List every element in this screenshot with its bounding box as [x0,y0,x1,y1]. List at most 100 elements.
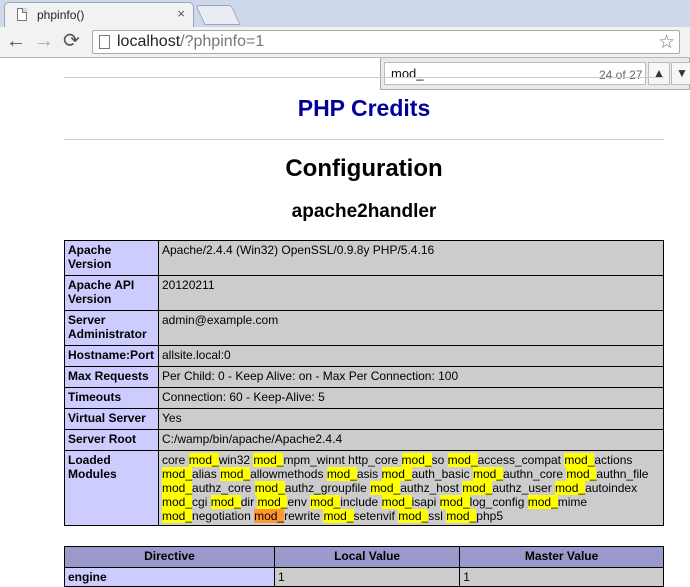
address-bar[interactable]: localhost/?phpinfo=1 ☆ [92,30,680,54]
row-key: Server Administrator [64,310,159,346]
row-key: Server Root [64,429,159,451]
header-directive: Directive [64,546,275,568]
star-icon[interactable]: ☆ [658,31,675,54]
module-name: isapi [411,495,437,509]
module-name: dir [240,495,255,509]
find-highlight: mod_ [381,467,412,481]
tab-strip: phpinfo() × [0,0,690,27]
module-name: negotiation [192,509,251,523]
tab-phpinfo[interactable]: phpinfo() × [4,2,194,27]
module-name: mime [557,495,588,509]
module-name: access_compat [477,453,561,467]
module-name: actions [594,453,633,467]
module-name: env [287,495,307,509]
find-highlight: mod_ [254,481,285,495]
url-path: /?phpinfo=1 [180,33,265,50]
find-highlight: mod_ [210,495,241,509]
table-row: Server Root C:/wamp/bin/apache/Apache2.4.… [64,429,664,451]
header-master-value: Master Value [459,546,664,568]
browser-toolbar: ← → ⟳ localhost/?phpinfo=1 ☆ [0,27,690,58]
module-heading: apache2handler [291,201,437,222]
find-highlight: mod_ [401,453,432,467]
row-value: Per Child: 0 - Keep Alive: on - Max Per … [158,366,664,388]
row-value: Yes [158,408,664,430]
find-next-button[interactable]: ▼ [671,62,690,85]
module-name: cgi [192,495,208,509]
find-match-count: 24 of 27 [599,68,643,82]
module-name: auth_basic [411,467,470,481]
table-row: Hostname:Port allsite.local:0 [64,345,664,367]
find-highlight: mod_ [555,481,586,495]
find-highlight: mod_ [253,453,284,467]
loaded-modules-list: core mod_win32 mod_mpm_winnt http_core m… [158,450,664,526]
find-highlight: mod_ [447,453,478,467]
find-highlight: mod_ [439,495,470,509]
module-name: autoindex [585,481,638,495]
find-highlight: mod_ [257,495,288,509]
find-highlight: mod_ [162,481,193,495]
divider [64,77,664,78]
find-highlight: mod_ [323,509,354,523]
row-key: Loaded Modules [64,450,159,526]
table-row: engine 1 1 [64,567,664,587]
row-value: Connection: 60 - Keep-Alive: 5 [158,387,664,409]
module-name: authn_core [502,467,564,481]
module-prefix: core [162,453,189,467]
row-value: Apache/2.4.4 (Win32) OpenSSL/0.9.8y PHP/… [158,240,664,276]
module-name: alias [192,467,217,481]
module-name: authn_file [596,467,649,481]
close-icon[interactable]: × [177,6,185,21]
page-icon [17,8,27,21]
table-row: Virtual Server Yes [64,408,664,430]
find-highlight: mod_ [220,467,251,481]
find-query: mod_ [391,66,424,81]
find-highlight: mod_ [446,509,477,523]
row-key: Apache Version [64,240,159,276]
reload-icon[interactable]: ⟳ [63,31,80,51]
table-row: Loaded Modules core mod_win32 mod_mpm_win… [64,450,664,526]
find-previous-button[interactable]: ▲ [648,62,670,85]
row-key: Apache API Version [64,275,159,311]
find-highlight: mod_ [254,509,285,523]
row-key: Max Requests [64,366,159,388]
new-tab-button[interactable] [195,5,241,25]
module-name: authz_user [492,481,552,495]
find-highlight: mod_ [564,453,595,467]
find-highlight: mod_ [381,495,412,509]
header-local-value: Local Value [273,546,461,568]
find-highlight: mod_ [398,509,429,523]
find-highlight: mod_ [566,467,597,481]
back-arrow-icon[interactable]: ← [6,31,26,51]
module-name: rewrite [284,509,321,523]
url-text: localhost/?phpinfo=1 [117,33,264,51]
module-name: php5 [476,509,503,523]
module-name: log_config [469,495,525,509]
find-input[interactable]: mod_ 24 of 27 [384,62,646,85]
find-highlight: mod_ [162,509,193,523]
table-row: Timeouts Connection: 60 - Keep-Alive: 5 [64,387,664,409]
module-name: setenvif [353,509,395,523]
module-name: include [340,495,379,509]
row-value: 20120211 [158,275,664,311]
find-highlight: mod_ [162,467,193,481]
table-row: Apache API Version 20120211 [64,275,664,311]
find-highlight: mod_ [527,495,558,509]
table-row: Apache Version Apache/2.4.4 (Win32) OpenS… [64,240,664,276]
row-key: Hostname:Port [64,345,159,367]
forward-arrow-icon[interactable]: → [34,31,54,51]
cell-directive: engine [64,567,275,587]
module-name: ssl [428,509,443,523]
find-highlight: mod_ [472,467,503,481]
find-highlight: mod_ [162,495,193,509]
page-icon [99,35,110,49]
row-key: Virtual Server [64,408,159,430]
find-bar: mod_ 24 of 27 ▲ ▼ [380,58,690,90]
module-name: mpm_winnt http_core [283,453,399,467]
module-name: so [431,453,445,467]
configuration-heading: Configuration [285,155,443,182]
php-credits-link[interactable]: PHP Credits [64,95,664,122]
table-row: Server Administrator admin@example.com [64,310,664,346]
find-highlight: mod_ [462,481,493,495]
cell-master: 1 [459,567,664,587]
find-highlight: mod_ [310,495,341,509]
